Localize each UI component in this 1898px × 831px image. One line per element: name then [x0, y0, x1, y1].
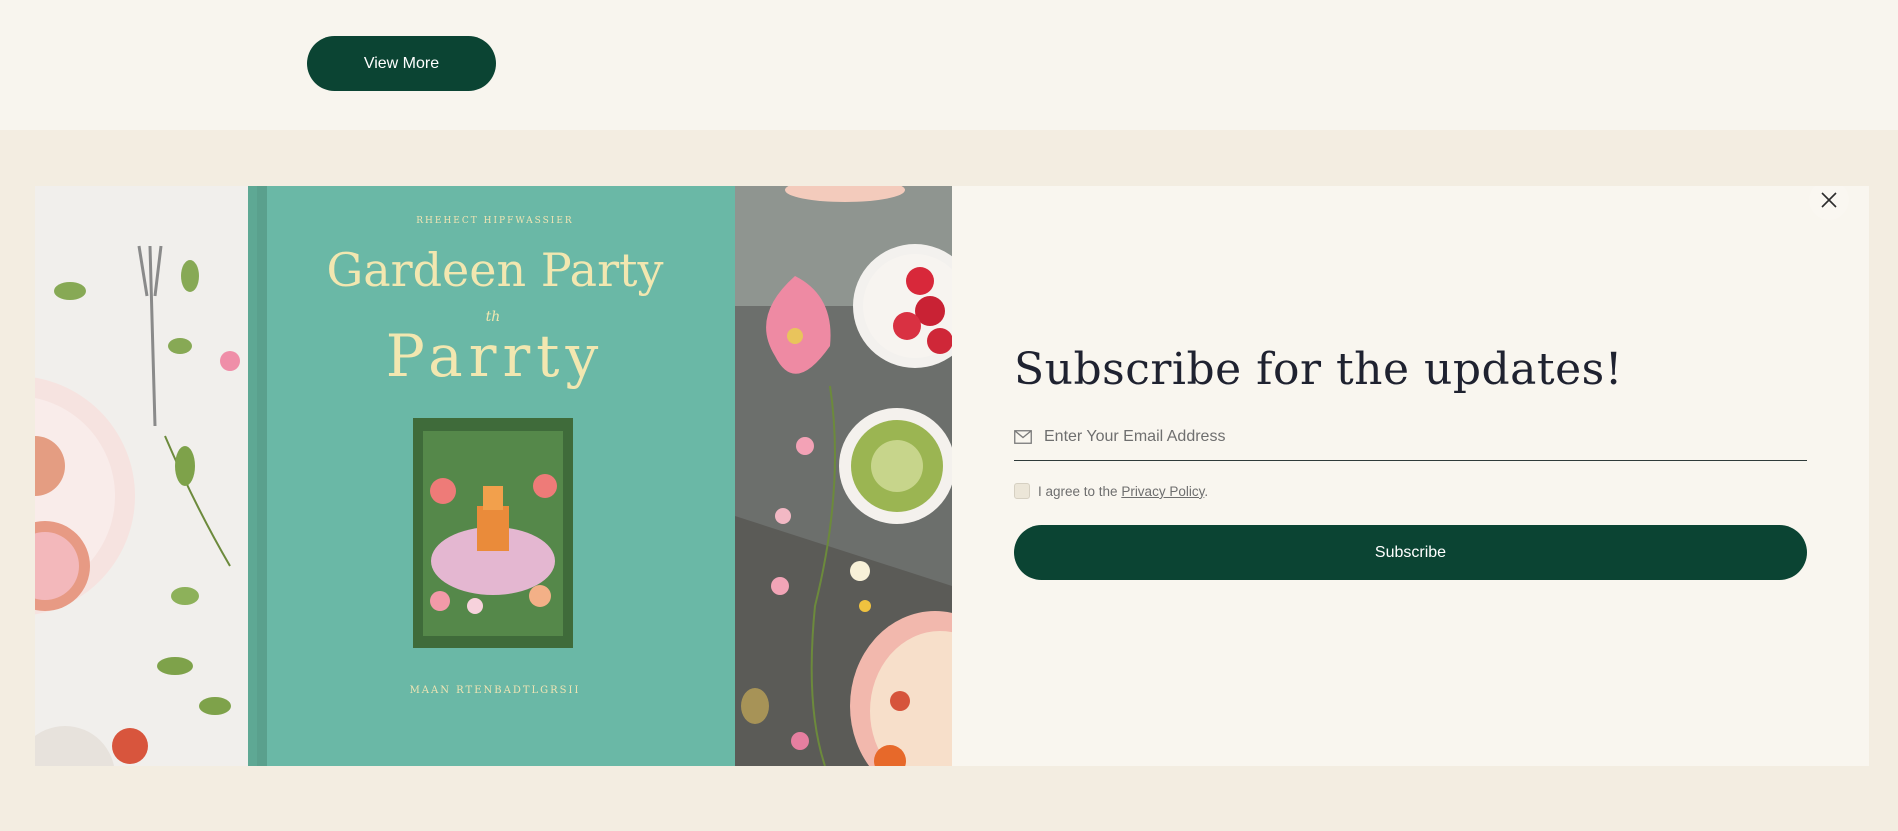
close-icon: [1821, 192, 1837, 208]
email-field-row: [1014, 424, 1807, 462]
modal-title: Subscribe for the updates!: [1014, 344, 1623, 395]
book-title-line2: Parrty: [386, 322, 605, 390]
top-band: View More: [0, 0, 1898, 130]
subscribe-button[interactable]: Subscribe: [1014, 525, 1807, 581]
agree-suffix: .: [1204, 483, 1209, 499]
book-title-line1: Gardeen Party: [326, 243, 663, 297]
close-button[interactable]: [1809, 186, 1849, 220]
agree-checkbox[interactable]: [1014, 483, 1030, 500]
envelope-icon: [1014, 430, 1032, 445]
privacy-agreement: I agree to the Privacy Policy.: [1014, 483, 1807, 500]
book-top-text: RHEHECT HIPFWASSIER: [416, 216, 573, 226]
book-author: MAAN RTENBADTLGRSII: [410, 685, 581, 696]
subscribe-form: Subscribe for the updates! I agree to th…: [1014, 344, 1807, 581]
email-input[interactable]: [1042, 427, 1807, 448]
privacy-policy-link[interactable]: Privacy Policy: [1121, 484, 1204, 499]
view-more-button[interactable]: View More: [307, 36, 496, 91]
garden-party-book-image: RHEHECT HIPFWASSIER Gardeen Party th Par…: [35, 186, 952, 766]
agree-text: I agree to the: [1038, 483, 1122, 499]
subscribe-modal: RHEHECT HIPFWASSIER Gardeen Party th Par…: [35, 186, 1869, 766]
